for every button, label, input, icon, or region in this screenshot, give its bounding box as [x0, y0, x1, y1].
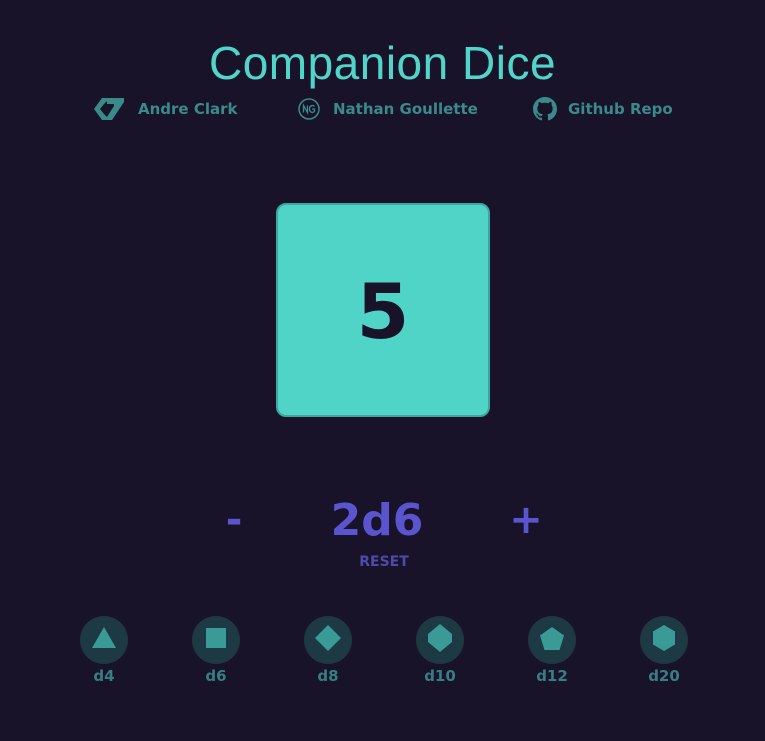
credit-label: Nathan Goullette [333, 100, 478, 118]
die-option-circle [304, 616, 352, 664]
triangle-icon [91, 626, 117, 654]
page-title: Companion Dice [208, 37, 557, 89]
die-option-d8[interactable]: d8 [288, 616, 368, 692]
die-option-label: d12 [536, 667, 568, 685]
github-icon [532, 97, 558, 121]
die-option-d4[interactable]: d4 [64, 616, 144, 692]
die-option-label: d20 [648, 667, 680, 685]
die-option-circle [80, 616, 128, 664]
andre-logo-icon [92, 96, 126, 122]
die-option-circle [416, 616, 464, 664]
dice-type-selector: d4 d6 d8 d10 d12 d20 [0, 616, 765, 696]
pentagon-icon [539, 626, 565, 655]
die-option-circle [640, 616, 688, 664]
credit-link-github-repo[interactable]: Github Repo [532, 94, 673, 124]
reset-button[interactable]: RESET [334, 554, 434, 570]
die-option-label: d4 [93, 667, 115, 685]
square-icon [205, 627, 227, 653]
die-option-d6[interactable]: d6 [176, 616, 256, 692]
diamond-icon [314, 624, 342, 656]
die-option-circle [192, 616, 240, 664]
credit-link-andre-clark[interactable]: Andre Clark [92, 94, 237, 124]
die-option-label: d8 [317, 667, 339, 685]
die-option-label: d10 [424, 667, 456, 685]
nathan-logo-icon [297, 97, 321, 121]
roll-die-button[interactable]: 5 [276, 203, 490, 417]
kite-icon [427, 623, 453, 657]
dice-notation: 2d6 [330, 494, 424, 546]
roll-result: 5 [356, 267, 410, 356]
decrement-dice-button[interactable]: - [212, 492, 256, 548]
die-option-d12[interactable]: d12 [512, 616, 592, 692]
hexagon-icon [652, 624, 676, 656]
die-option-label: d6 [205, 667, 227, 685]
app-page: Companion Dice Andre Clark Nathan Goulle… [0, 0, 765, 741]
die-option-d10[interactable]: d10 [400, 616, 480, 692]
credit-link-nathan-goullette[interactable]: Nathan Goullette [297, 94, 478, 124]
die-option-circle [528, 616, 576, 664]
die-option-d20[interactable]: d20 [624, 616, 704, 692]
credits-bar: Andre Clark Nathan Goullette Github Repo [0, 94, 765, 124]
credit-label: Github Repo [568, 100, 673, 118]
credit-label: Andre Clark [138, 100, 238, 118]
increment-dice-button[interactable]: + [504, 492, 548, 548]
